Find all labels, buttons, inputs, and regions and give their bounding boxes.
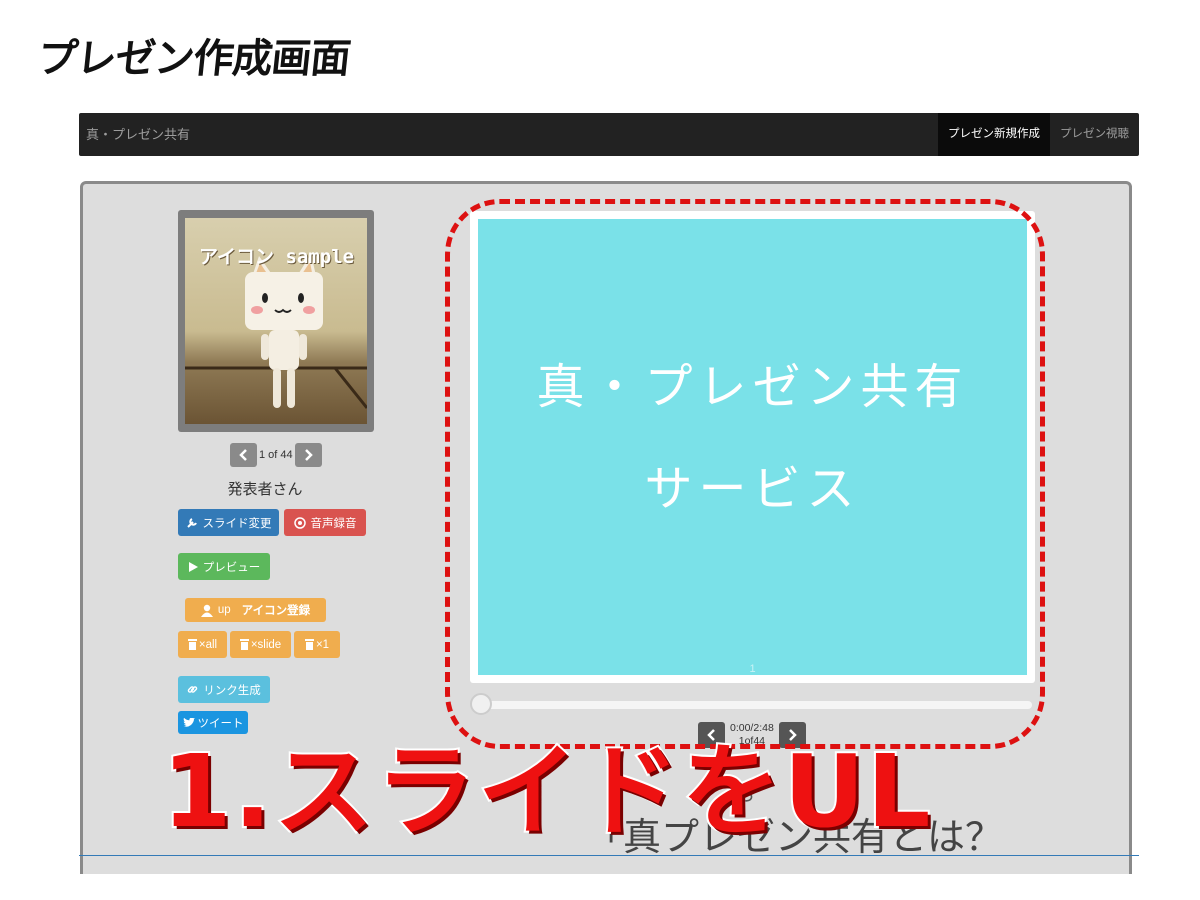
- preview-button[interactable]: プレビュー: [178, 553, 270, 580]
- link-icon: [187, 686, 198, 693]
- delete-slide-button[interactable]: ×slide: [230, 631, 291, 658]
- link-generate-button[interactable]: リンク生成: [178, 676, 270, 703]
- trash-icon: [304, 639, 314, 650]
- link-generate-label: リンク生成: [203, 684, 261, 697]
- presenter-name: 発表者さん: [227, 481, 303, 498]
- presenter-icon-image: アイコン sample: [185, 218, 367, 424]
- slide-change-label: スライド変更: [202, 517, 272, 530]
- preview-label: プレビュー: [202, 561, 261, 574]
- tweet-label: ツイート: [197, 717, 244, 730]
- icon-caption: アイコン sample: [199, 246, 355, 268]
- trash-icon: [239, 639, 249, 650]
- presenter-icon-frame: アイコン sample: [178, 210, 374, 432]
- delete-one-button[interactable]: ×1: [294, 631, 340, 658]
- icon-pager-text: 1 of 44: [259, 449, 293, 461]
- record-icon: [293, 516, 306, 529]
- delete-slide-label: ×slide: [250, 638, 282, 651]
- delete-all-button[interactable]: ×all: [178, 631, 227, 658]
- twitter-bird-icon: [182, 717, 195, 727]
- trash-icon: [187, 639, 197, 650]
- navbar-menu: プレゼン新規作成 プレゼン視聴: [938, 113, 1139, 156]
- icon-register-button[interactable]: up アイコン登録: [185, 598, 326, 622]
- play-icon: [188, 561, 198, 572]
- nav-item-watch-presentation[interactable]: プレゼン視聴: [1050, 113, 1139, 156]
- icon-upload-prefix: up: [217, 604, 231, 616]
- record-audio-button[interactable]: 音声録音: [284, 509, 366, 536]
- delete-one-label: ×1: [315, 638, 330, 651]
- navbar: 真・プレゼン共有 プレゼン新規作成 プレゼン視聴: [79, 113, 1139, 156]
- chevron-right-icon: [305, 449, 313, 461]
- delete-all-label: ×all: [198, 638, 218, 651]
- tweet-button[interactable]: ツイート: [178, 711, 248, 734]
- icon-pager: 1 of 44: [230, 443, 322, 467]
- wrench-icon: [186, 517, 197, 528]
- record-audio-label: 音声録音: [310, 517, 357, 530]
- icon-register-label: アイコン登録: [241, 605, 311, 617]
- user-icon: [200, 604, 213, 617]
- slide-change-button[interactable]: スライド変更: [178, 509, 279, 536]
- annotation-dashed-outline: [445, 199, 1045, 749]
- annotation-caption: 1.スライドをUL: [160, 733, 933, 850]
- nav-item-new-presentation[interactable]: プレゼン新規作成: [938, 113, 1050, 156]
- chevron-left-icon: [238, 449, 247, 461]
- page-heading: プレゼン作成画面: [35, 36, 352, 82]
- navbar-brand[interactable]: 真・プレゼン共有: [86, 113, 190, 156]
- icon-prev-button[interactable]: [230, 443, 257, 467]
- icon-next-button[interactable]: [294, 443, 322, 467]
